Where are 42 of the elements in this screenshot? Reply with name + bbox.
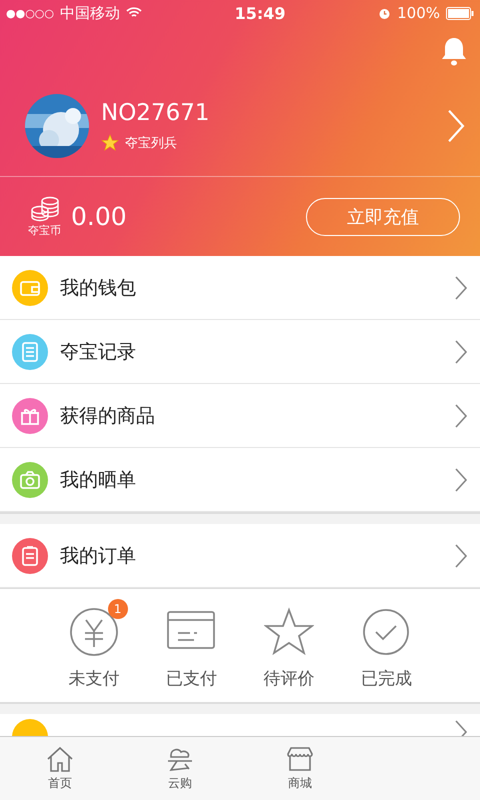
- check-circle-icon: [361, 607, 412, 657]
- tab[interactable]: 商城: [240, 737, 360, 800]
- carrier-name: 中国移动: [60, 4, 120, 22]
- tab[interactable]: 首页: [0, 737, 120, 800]
- document-icon: [22, 546, 38, 566]
- chevron-icon: [454, 542, 468, 568]
- star-icon: [264, 607, 314, 657]
- user-rank: 夺宝列兵: [125, 135, 177, 152]
- battery-percent: 100%: [397, 4, 440, 22]
- signal-strength: ●●○○○: [6, 6, 54, 20]
- menu-item[interactable]: [0, 714, 480, 736]
- order-status-link[interactable]: 已完成: [360, 667, 412, 690]
- coins-icon: [30, 196, 60, 222]
- tab[interactable]: 云购: [120, 737, 240, 800]
- notification-bell-icon[interactable]: [440, 36, 468, 66]
- menu-item[interactable]: 夺宝记录: [0, 320, 480, 384]
- home-icon: [45, 745, 75, 773]
- clock-time: 15:49: [234, 4, 287, 22]
- order-status-link[interactable]: 待评价: [263, 667, 314, 690]
- camera-icon: [20, 470, 40, 488]
- coin-label: 夺宝币: [28, 222, 61, 238]
- chevron-icon: [454, 338, 468, 364]
- chevron-icon: [446, 108, 466, 144]
- menu-item[interactable]: 我的钱包: [0, 256, 480, 320]
- menu-item[interactable]: 我的晒单: [0, 448, 480, 512]
- chevron-icon: [454, 402, 468, 428]
- battery-icon: [446, 6, 474, 20]
- wifi-icon: [126, 7, 142, 19]
- chevron-icon: [454, 466, 468, 492]
- order-status-link[interactable]: 已支付: [166, 667, 217, 690]
- star-icon: [101, 134, 119, 152]
- menu-item[interactable]: 我的订单: [0, 524, 480, 588]
- user-id: NO27671: [101, 100, 210, 126]
- order-status-link[interactable]: 未支付: [68, 667, 120, 690]
- alarm-icon: [378, 6, 392, 20]
- menu-item[interactable]: 获得的商品: [0, 384, 480, 448]
- wallet-icon: [20, 278, 40, 296]
- chevron-icon: [454, 274, 468, 300]
- shop-icon: [285, 745, 315, 773]
- list-icon: [22, 342, 38, 362]
- coin-balance: 0.00: [71, 202, 128, 231]
- count-badge: 1: [108, 599, 128, 619]
